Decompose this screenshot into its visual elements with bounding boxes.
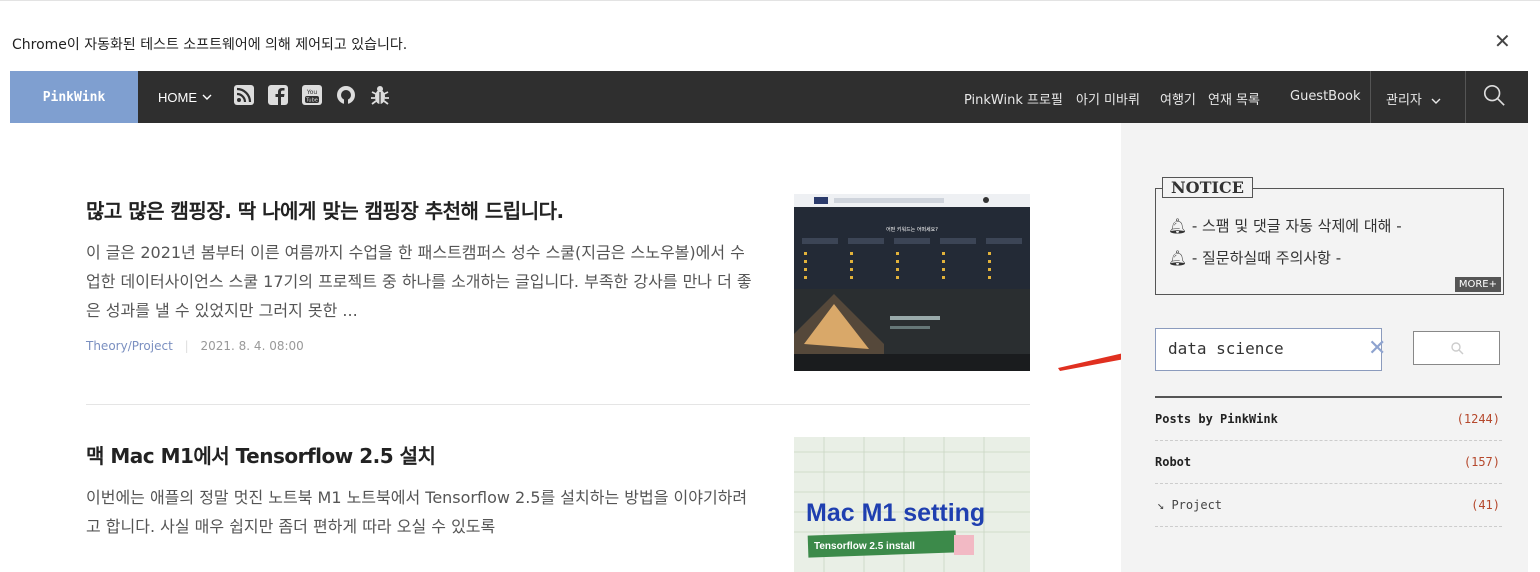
brand-logo[interactable]: PinkWink [10, 71, 138, 123]
category-count: (41) [1471, 498, 1500, 512]
post-category[interactable]: Theory/Project [86, 339, 173, 353]
more-button[interactable]: MORE+ [1454, 277, 1501, 292]
category-item[interactable]: ↘ Project (41) [1155, 484, 1502, 527]
category-name: Robot [1155, 455, 1192, 469]
home-menu[interactable]: HOME [158, 71, 213, 123]
post-excerpt: 이 글은 2021년 봄부터 이른 여름까지 수업을 한 패스트캠퍼스 성수 스… [86, 243, 752, 320]
thumbnail-caption: 어떤 키워드는 어떠세요? [886, 226, 938, 233]
clear-icon[interactable]: ✕ [1368, 336, 1386, 361]
admin-menu[interactable]: 관리자 [1386, 89, 1442, 108]
top-nav: PinkWink HOME You Tube PinkWink 프로필 아기 미바… [10, 71, 1528, 123]
close-icon[interactable]: ✕ [1494, 31, 1511, 51]
category-item[interactable]: Posts by PinkWink (1244) [1155, 398, 1502, 441]
notice-item-label: - 질문하실때 주의사항 - [1191, 249, 1342, 267]
category-item[interactable]: Robot (157) [1155, 441, 1502, 484]
category-count: (1244) [1456, 412, 1500, 426]
admin-label: 관리자 [1386, 93, 1422, 108]
bell-icon: 🔔︎ [1168, 217, 1188, 235]
nav-link-guestbook[interactable]: GuestBook [1290, 89, 1361, 104]
post-thumbnail[interactable]: Mac M1 setting Tensorflow 2.5 install [794, 437, 1030, 572]
nav-link-baby[interactable]: 아기 미바뤼 [1076, 89, 1140, 108]
notice-item[interactable]: 🔔︎ - 질문하실때 주의사항 - [1168, 247, 1341, 268]
chevron-down-icon [1431, 98, 1441, 104]
search-button[interactable] [1413, 331, 1500, 365]
category-name: Posts by PinkWink [1155, 412, 1278, 426]
post-date: 2021. 8. 4. 08:00 [200, 339, 304, 353]
notice-item[interactable]: 🔔︎ - 스팸 및 댓글 자동 삭제에 대해 - [1168, 215, 1402, 236]
sidebar: NOTICE 🔔︎ - 스팸 및 댓글 자동 삭제에 대해 - 🔔︎ - 질문하… [1121, 123, 1528, 572]
svg-text:You: You [306, 89, 318, 96]
search-icon [1450, 342, 1463, 355]
nav-divider [1465, 71, 1466, 123]
infobar-message: Chrome이 자동화된 테스트 소프트웨어에 의해 제어되고 있습니다. [12, 37, 408, 53]
chevron-down-icon [202, 94, 212, 100]
facebook-icon[interactable] [266, 83, 290, 107]
bell-icon: 🔔︎ [1168, 249, 1188, 267]
automation-infobar: Chrome이 자동화된 테스트 소프트웨어에 의해 제어되고 있습니다. ✕ [0, 0, 1540, 70]
search-icon[interactable] [1482, 83, 1506, 107]
category-count: (157) [1463, 455, 1500, 469]
nav-link-profile[interactable]: PinkWink 프로필 [964, 89, 1063, 108]
svg-text:Tube: Tube [305, 98, 318, 104]
github-icon[interactable] [334, 83, 358, 107]
home-label: HOME [158, 89, 197, 105]
nav-divider [1370, 71, 1371, 123]
post-thumbnail[interactable]: 어떤 키워드는 어떠세요? [794, 194, 1030, 371]
category-name: ↘ Project [1157, 498, 1223, 512]
youtube-icon[interactable]: You Tube [300, 83, 324, 107]
meta-separator: | [184, 339, 189, 353]
nav-link-travel[interactable]: 여행기 [1160, 89, 1196, 108]
thumbnail-subcaption: Tensorflow 2.5 install [814, 541, 915, 552]
post-excerpt: 이번에는 애플의 정말 멋진 노트북 M1 노트북에서 Tensorflow 2… [86, 488, 748, 536]
post-divider [86, 404, 1030, 405]
thumbnail-caption: Mac M1 setting [806, 499, 985, 527]
notice-title: NOTICE [1162, 177, 1253, 198]
rss-icon[interactable] [232, 83, 256, 107]
notice-item-label: - 스팸 및 댓글 자동 삭제에 대해 - [1191, 217, 1402, 235]
nav-link-series[interactable]: 연재 목록 [1208, 89, 1260, 108]
category-list: Posts by PinkWink (1244) Robot (157) ↘ P… [1155, 396, 1502, 527]
bug-icon[interactable] [368, 83, 392, 107]
search-input[interactable] [1166, 338, 1340, 359]
notice-box: NOTICE 🔔︎ - 스팸 및 댓글 자동 삭제에 대해 - 🔔︎ - 질문하… [1155, 177, 1504, 295]
search-box: ✕ [1155, 328, 1386, 371]
